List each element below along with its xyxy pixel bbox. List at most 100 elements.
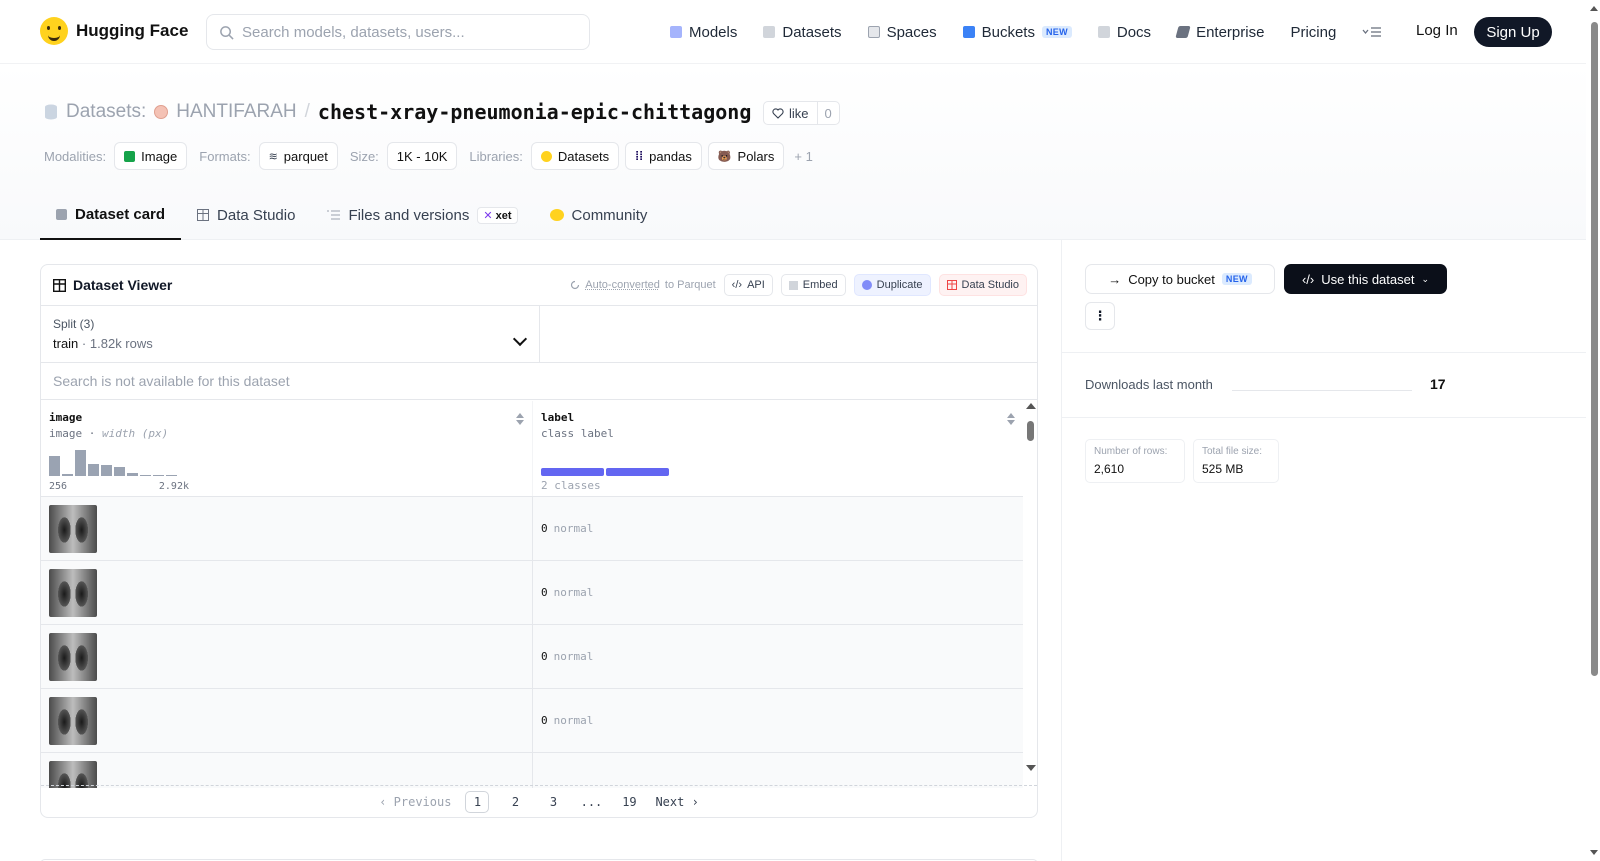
libraries-more[interactable]: + 1 <box>794 149 812 164</box>
page-2[interactable]: 2 <box>503 791 527 813</box>
scroll-down-icon[interactable] <box>1026 765 1036 771</box>
search-input[interactable] <box>242 24 572 41</box>
table-row[interactable]: 0 normal <box>41 625 1023 689</box>
nav-links: Models Datasets Spaces Buckets NEW Docs E… <box>670 18 1408 46</box>
logo[interactable]: Hugging Face <box>40 17 188 45</box>
class-count: 2 classes <box>541 479 601 492</box>
crumb-user[interactable]: HANTIFARAH <box>176 101 296 123</box>
repo-header: Datasets: HANTIFARAH / chest-xray-pneumo… <box>0 64 1586 240</box>
menu-icon <box>1362 26 1382 38</box>
hugging-face-logo-icon <box>40 17 68 45</box>
previous-page[interactable]: ‹ Previous <box>379 795 451 809</box>
more-options-button[interactable]: ⋮ <box>1085 302 1115 330</box>
like-count: 0 <box>818 106 839 121</box>
user-avatar <box>154 105 168 119</box>
xray-thumbnail[interactable] <box>49 697 97 745</box>
modality-chip[interactable]: Image <box>114 142 187 170</box>
auto-converted-link[interactable]: Auto-converted <box>585 279 660 291</box>
nav-models[interactable]: Models <box>670 24 737 41</box>
table-row[interactable]: 0 normal <box>41 497 1023 561</box>
viewer-title: Dataset Viewer <box>73 277 172 293</box>
page-19[interactable]: 19 <box>617 791 641 813</box>
split-title: Split (3) <box>53 317 527 331</box>
use-dataset-button[interactable]: ‹/› Use this dataset ⌄ <box>1284 264 1447 294</box>
histogram-bar <box>88 464 99 476</box>
crumb-datasets[interactable]: Datasets: <box>66 101 146 123</box>
search-box[interactable] <box>206 14 590 50</box>
files-icon <box>327 209 340 221</box>
nav-datasets[interactable]: Datasets <box>763 24 841 41</box>
tab-community[interactable]: Community <box>534 190 664 240</box>
library-pandas-chip[interactable]: ⁞⁞ pandas <box>625 142 702 170</box>
nav-enterprise[interactable]: Enterprise <box>1177 24 1264 41</box>
heart-icon <box>772 108 784 119</box>
table-scrollbar[interactable] <box>1025 401 1037 773</box>
sort-icon[interactable] <box>516 413 524 425</box>
format-chip[interactable]: ≋ parquet <box>259 142 338 170</box>
scroll-up-icon[interactable] <box>1590 6 1598 11</box>
table-icon <box>53 279 66 292</box>
downloads-value: 17 <box>1430 376 1446 392</box>
chevron-down-icon: ⌄ <box>1421 274 1429 285</box>
scroll-up-icon[interactable] <box>1026 403 1036 409</box>
size-chip[interactable]: 1K - 10K <box>387 142 458 170</box>
signup-button[interactable]: Sign Up <box>1474 17 1552 47</box>
histogram-bar <box>114 467 125 476</box>
page-1[interactable]: 1 <box>465 791 489 813</box>
xray-thumbnail[interactable] <box>49 633 97 681</box>
copy-to-bucket-button[interactable]: → Copy to bucket NEW <box>1085 264 1275 294</box>
table-row[interactable]: 0 normal <box>41 689 1023 753</box>
data-studio-button[interactable]: Data Studio <box>939 274 1027 296</box>
xray-thumbnail[interactable] <box>49 761 97 789</box>
enterprise-icon <box>1175 26 1190 38</box>
api-button[interactable]: ‹/› API <box>724 274 773 296</box>
histogram-bar <box>153 475 164 476</box>
top-nav: Hugging Face Models Datasets Spaces Buck… <box>0 0 1586 64</box>
split-selector[interactable]: Split (3) train · 1.82k rows <box>41 306 540 362</box>
rows-stat: Number of rows: 2,610 <box>1085 439 1185 483</box>
table-row[interactable] <box>41 753 1023 788</box>
library-polars-chip[interactable]: 🐻 Polars <box>708 142 785 170</box>
scroll-down-icon[interactable] <box>1590 850 1598 855</box>
tab-data-studio[interactable]: Data Studio <box>181 190 311 240</box>
duplicate-button[interactable]: Duplicate <box>854 274 931 296</box>
xet-icon: ✕ <box>483 210 492 222</box>
xray-thumbnail[interactable] <box>49 569 97 617</box>
divider <box>1062 417 1586 418</box>
breadcrumb: Datasets: HANTIFARAH / chest-xray-pneumo… <box>44 100 777 124</box>
nav-buckets[interactable]: Buckets NEW <box>963 24 1072 41</box>
tab-dataset-card[interactable]: Dataset card <box>40 190 181 240</box>
book-icon <box>1098 26 1110 38</box>
like-button[interactable]: like 0 <box>763 101 840 125</box>
nav-spaces[interactable]: Spaces <box>868 24 937 41</box>
nav-more-menu[interactable] <box>1362 26 1382 38</box>
arrow-right-icon: → <box>1108 272 1121 287</box>
database-icon <box>763 26 775 38</box>
xray-thumbnail[interactable] <box>49 505 97 553</box>
tab-files[interactable]: Files and versions ✕ xet <box>311 190 533 240</box>
scroll-thumb[interactable] <box>1027 421 1034 441</box>
new-badge: NEW <box>1042 26 1072 38</box>
sort-icon[interactable] <box>1007 413 1015 425</box>
code-icon: ‹/› <box>1302 272 1314 287</box>
embed-button[interactable]: Embed <box>781 274 846 296</box>
nav-pricing[interactable]: Pricing <box>1290 24 1336 41</box>
nav-docs[interactable]: Docs <box>1098 24 1151 41</box>
histogram-bar <box>75 450 86 476</box>
repo-name[interactable]: chest-xray-pneumonia-epic-chittagong <box>318 100 751 124</box>
page-3[interactable]: 3 <box>541 791 565 813</box>
library-datasets-chip[interactable]: Datasets <box>531 142 619 170</box>
community-icon <box>550 209 564 221</box>
downloads-sparkline <box>1232 390 1412 391</box>
next-page[interactable]: Next › <box>655 795 698 809</box>
histogram-bar <box>140 475 151 476</box>
width-histogram <box>49 448 177 476</box>
table-icon <box>947 280 957 290</box>
page-scrollbar[interactable] <box>1588 0 1600 861</box>
column-label-header[interactable]: label class label 2 classes <box>532 401 1023 496</box>
histogram-bar <box>62 474 73 476</box>
login-link[interactable]: Log In <box>1416 22 1458 39</box>
table-row[interactable]: 0 normal <box>41 561 1023 625</box>
column-image-header[interactable]: image image · width (px) 256 2.92k <box>41 401 532 496</box>
scroll-thumb[interactable] <box>1591 22 1598 676</box>
